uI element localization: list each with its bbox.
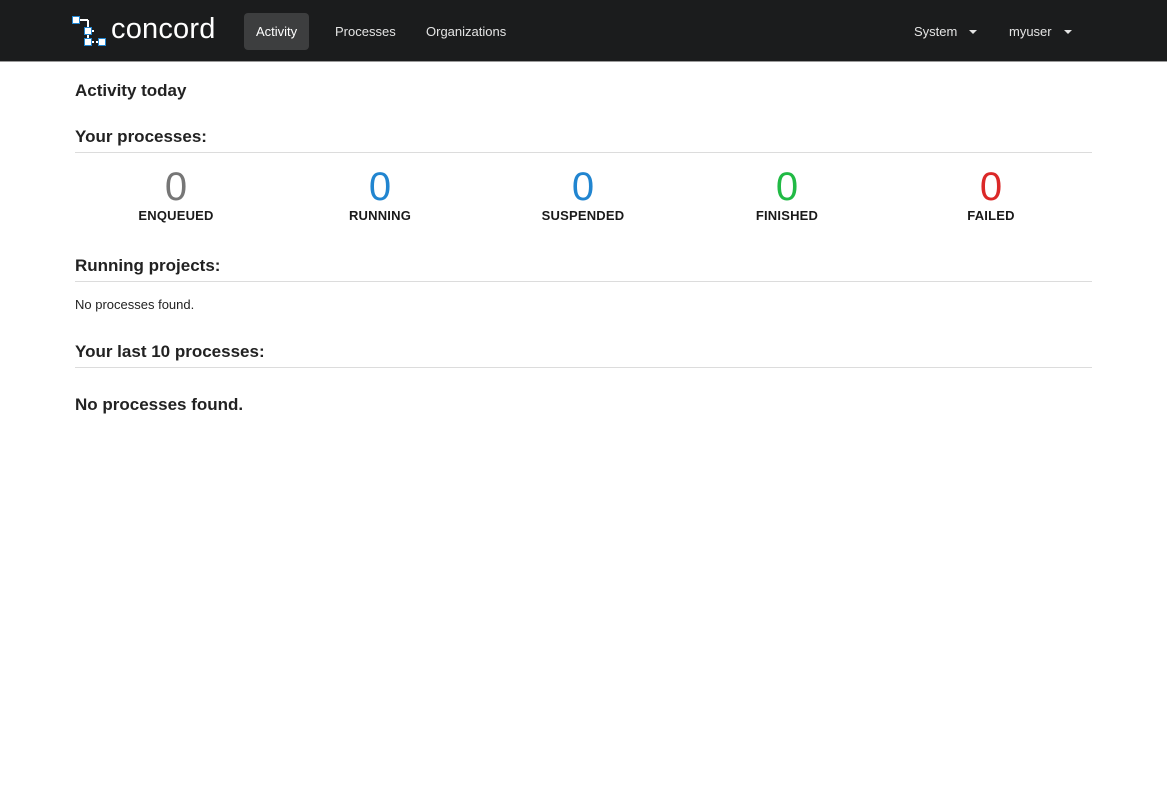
concord-logo-icon <box>72 16 106 46</box>
page-title: Activity today <box>75 81 187 100</box>
your-processes-header: Your processes: <box>75 127 1092 153</box>
system-menu-label: System <box>914 24 958 39</box>
stat-running[interactable]: 0 RUNNING <box>300 165 460 223</box>
running-projects-header: Running projects: <box>75 256 1092 282</box>
concord-logo[interactable]: concord <box>72 12 216 48</box>
process-stats: 0 ENQUEUED 0 RUNNING 0 SUSPENDED 0 FINIS… <box>75 165 1092 235</box>
stat-label: FINISHED <box>755 208 819 223</box>
system-menu[interactable]: System <box>902 13 989 50</box>
user-menu-label: myuser <box>1009 24 1052 39</box>
user-menu[interactable]: myuser <box>997 13 1084 50</box>
stat-label: ENQUEUED <box>138 208 214 223</box>
stat-suspended[interactable]: 0 SUSPENDED <box>503 165 663 223</box>
nav-processes[interactable]: Processes <box>323 13 408 50</box>
stat-value: 0 <box>368 165 392 209</box>
chevron-down-icon <box>969 29 978 34</box>
stat-value: 0 <box>571 165 595 209</box>
stat-value: 0 <box>164 165 188 209</box>
last-processes-header: Your last 10 processes: <box>75 342 1092 368</box>
stat-failed[interactable]: 0 FAILED <box>911 165 1071 223</box>
chevron-down-icon <box>1063 29 1072 34</box>
nav-organizations[interactable]: Organizations <box>414 13 518 50</box>
nav-activity[interactable]: Activity <box>244 13 310 50</box>
stat-value: 0 <box>979 165 1003 209</box>
stat-label: FAILED <box>967 208 1015 223</box>
running-projects-empty-text: No processes found. <box>75 297 195 312</box>
top-navigation-bar: concord Activity Processes Organizations… <box>0 0 1167 62</box>
stat-label: SUSPENDED <box>541 208 625 223</box>
stat-finished[interactable]: 0 FINISHED <box>707 165 867 223</box>
stat-label: RUNNING <box>348 208 412 223</box>
stat-enqueued[interactable]: 0 ENQUEUED <box>96 165 256 223</box>
app-name: concord <box>111 12 216 45</box>
stat-value: 0 <box>775 165 799 209</box>
last-processes-empty-text: No processes found. <box>75 395 244 414</box>
